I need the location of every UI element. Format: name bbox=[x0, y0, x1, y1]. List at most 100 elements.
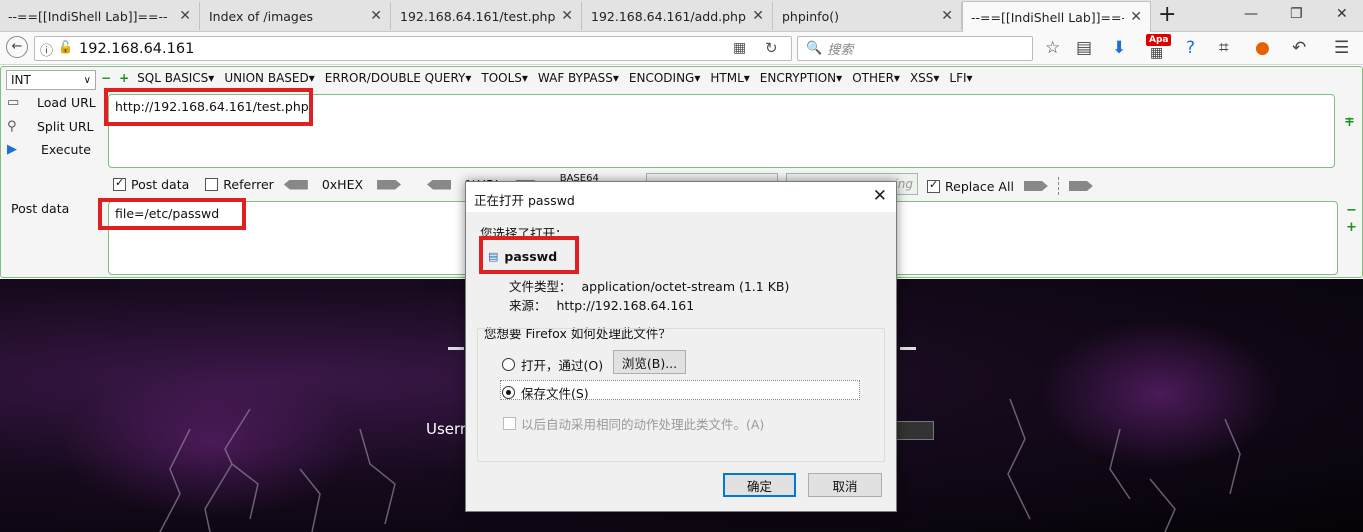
chevron-down-icon: ∨ bbox=[83, 74, 91, 86]
url-textarea[interactable]: http://192.168.64.161/test.php bbox=[108, 94, 1335, 168]
decor-line bbox=[900, 347, 916, 350]
replace-left-arrow-icon[interactable] bbox=[1023, 181, 1048, 191]
file-icon: ▤ bbox=[488, 250, 499, 263]
menu-error-double-query[interactable]: ERROR/DOUBLE QUERY▾ bbox=[325, 71, 472, 85]
post-minus-icon[interactable]: − bbox=[1346, 203, 1357, 218]
post-data-checkbox[interactable] bbox=[113, 176, 126, 191]
url-decode-arrow-icon[interactable] bbox=[427, 179, 452, 190]
search-icon: 🔍 bbox=[806, 41, 823, 56]
close-icon[interactable]: ✕ bbox=[873, 186, 887, 206]
file-name: passwd bbox=[504, 249, 558, 264]
source-row: 来源： http://192.168.64.161 bbox=[509, 295, 694, 314]
menu-lfi[interactable]: LFI▾ bbox=[949, 71, 972, 85]
help-icon[interactable]: ? bbox=[1186, 38, 1195, 58]
save-file-option[interactable]: 保存文件(S) bbox=[502, 383, 589, 402]
close-icon[interactable]: ✕ bbox=[179, 8, 191, 24]
back-icon[interactable]: ← bbox=[6, 36, 28, 58]
search-placeholder: 搜索 bbox=[827, 43, 854, 58]
split-url-button[interactable]: ⚲ Split URL bbox=[7, 119, 102, 134]
hackbar-menu: − + SQL BASICS▾ UNION BASED▾ ERROR/DOUBL… bbox=[101, 71, 983, 85]
open-with-radio[interactable] bbox=[502, 358, 515, 371]
tab-title: --==[[IndiShell Lab]]==-- bbox=[8, 8, 168, 24]
post-data-label: Post data bbox=[11, 201, 70, 216]
cancel-button[interactable]: 取消 bbox=[808, 473, 882, 497]
tab-test-php[interactable]: 192.168.64.161/test.php ✕ bbox=[392, 2, 582, 30]
load-url-button[interactable]: ▭ Load URL bbox=[7, 95, 102, 110]
close-icon[interactable]: ✕ bbox=[752, 8, 764, 24]
download-icon[interactable]: ⬇ bbox=[1112, 38, 1126, 58]
window-close-icon[interactable]: ✕ bbox=[1336, 6, 1348, 22]
new-tab-icon[interactable]: + bbox=[1158, 3, 1176, 27]
extension-grid-icon[interactable]: ▦ bbox=[1150, 45, 1163, 61]
menu-union-based[interactable]: UNION BASED▾ bbox=[224, 71, 314, 85]
menu-tools[interactable]: TOOLS▾ bbox=[481, 71, 528, 85]
minus-icon[interactable]: − bbox=[101, 71, 111, 85]
load-url-icon: ▭ bbox=[7, 95, 20, 110]
injection-type-select[interactable]: INT ∨ bbox=[6, 70, 96, 90]
menu-xss[interactable]: XSS▾ bbox=[910, 71, 939, 85]
crop-icon[interactable]: ⌗ bbox=[1219, 38, 1229, 58]
close-icon[interactable]: ✕ bbox=[941, 8, 953, 24]
tab-phpinfo[interactable]: phpinfo() ✕ bbox=[774, 2, 962, 30]
open-with-option[interactable]: 打开，通过(O) bbox=[502, 355, 603, 374]
plus-icon[interactable]: + bbox=[119, 71, 129, 85]
firefox-icon[interactable]: ● bbox=[1255, 38, 1270, 58]
open-with-label: 打开，通过(O) bbox=[521, 358, 604, 373]
navigation-bar: ← ⓘ 🔓 192.168.64.161 ▦ ↻ 🔍 搜索 ☆ ▤ ⬇ Apa … bbox=[0, 32, 1363, 65]
menu-encoding[interactable]: ENCODING▾ bbox=[629, 71, 700, 85]
load-url-label: Load URL bbox=[37, 95, 96, 110]
minimize-icon[interactable]: — bbox=[1244, 6, 1258, 22]
execute-button[interactable]: ▶ Execute bbox=[7, 142, 102, 157]
close-icon[interactable]: ✕ bbox=[1130, 9, 1142, 25]
close-icon[interactable]: ✕ bbox=[561, 8, 573, 24]
file-type-key: 文件类型： bbox=[509, 279, 572, 294]
username-input[interactable] bbox=[894, 421, 934, 440]
menu-encryption[interactable]: ENCRYPTION▾ bbox=[760, 71, 842, 85]
restore-icon[interactable]: ❐ bbox=[1290, 6, 1303, 22]
url-plus-icon[interactable]: + bbox=[1344, 115, 1355, 130]
file-name-row: ▤ passwd bbox=[488, 249, 557, 264]
replace-right-arrow-icon[interactable] bbox=[1068, 181, 1093, 191]
post-data-checkbox-label: Post data bbox=[131, 177, 190, 192]
url-value: http://192.168.64.161/test.php bbox=[115, 99, 309, 114]
replace-all-label: Replace All bbox=[945, 178, 1014, 194]
tab-indishell-active[interactable]: --==[[IndiShell Lab]]==-- ✕ bbox=[962, 1, 1151, 32]
hex-decode-arrow-icon[interactable] bbox=[283, 179, 308, 190]
tab-title: Index of /images bbox=[209, 8, 314, 24]
tab-add-php[interactable]: 192.168.64.161/add.php ✕ bbox=[583, 2, 773, 30]
tab-title: phpinfo() bbox=[782, 8, 839, 24]
auto-action-checkbox bbox=[503, 417, 516, 430]
replace-all-checkbox[interactable] bbox=[927, 178, 940, 193]
menu-waf-bypass[interactable]: WAF BYPASS▾ bbox=[538, 71, 619, 85]
auto-action-option: 以后自动采用相同的动作处理此类文件。(A) bbox=[503, 414, 764, 433]
menu-sql-basics[interactable]: SQL BASICS▾ bbox=[137, 71, 214, 85]
save-file-radio[interactable] bbox=[502, 386, 515, 399]
qr-code-icon[interactable]: ▦ bbox=[733, 40, 746, 56]
undo-icon[interactable]: ↶ bbox=[1292, 38, 1306, 58]
search-input[interactable]: 🔍 搜索 bbox=[797, 36, 1033, 61]
browse-button[interactable]: 浏览(B)... bbox=[613, 350, 686, 374]
info-icon[interactable]: ⓘ bbox=[40, 40, 53, 59]
menu-icon[interactable]: ☰ bbox=[1334, 38, 1349, 58]
menu-other[interactable]: OTHER▾ bbox=[852, 71, 900, 85]
replace-all-group: Replace All bbox=[927, 177, 1099, 195]
dialog-title: 正在打开 passwd bbox=[474, 193, 575, 208]
tab-index-images[interactable]: Index of /images ✕ bbox=[201, 2, 391, 30]
post-plus-icon[interactable]: + bbox=[1346, 220, 1357, 235]
ok-button[interactable]: 确定 bbox=[723, 473, 796, 497]
hex-encode-arrow-icon[interactable] bbox=[377, 179, 402, 190]
tab-strip: --==[[IndiShell Lab]]==-- ✕ Index of /im… bbox=[0, 0, 1363, 32]
url-bar[interactable]: ⓘ 🔓 192.168.64.161 ▦ ↻ bbox=[34, 36, 792, 61]
split-url-label: Split URL bbox=[37, 119, 94, 134]
referrer-checkbox-label: Referrer bbox=[223, 177, 274, 192]
close-icon[interactable]: ✕ bbox=[370, 8, 382, 24]
split-url-icon: ⚲ bbox=[7, 119, 17, 134]
select-value: INT bbox=[11, 73, 31, 87]
bookmark-star-icon[interactable]: ☆ bbox=[1045, 38, 1060, 58]
referrer-checkbox[interactable] bbox=[205, 178, 219, 191]
reload-icon[interactable]: ↻ bbox=[765, 39, 778, 57]
execute-icon: ▶ bbox=[7, 142, 17, 157]
tab-indishell-1[interactable]: --==[[IndiShell Lab]]==-- ✕ bbox=[0, 2, 200, 30]
reading-list-icon[interactable]: ▤ bbox=[1076, 38, 1092, 58]
menu-html[interactable]: HTML▾ bbox=[710, 71, 749, 85]
